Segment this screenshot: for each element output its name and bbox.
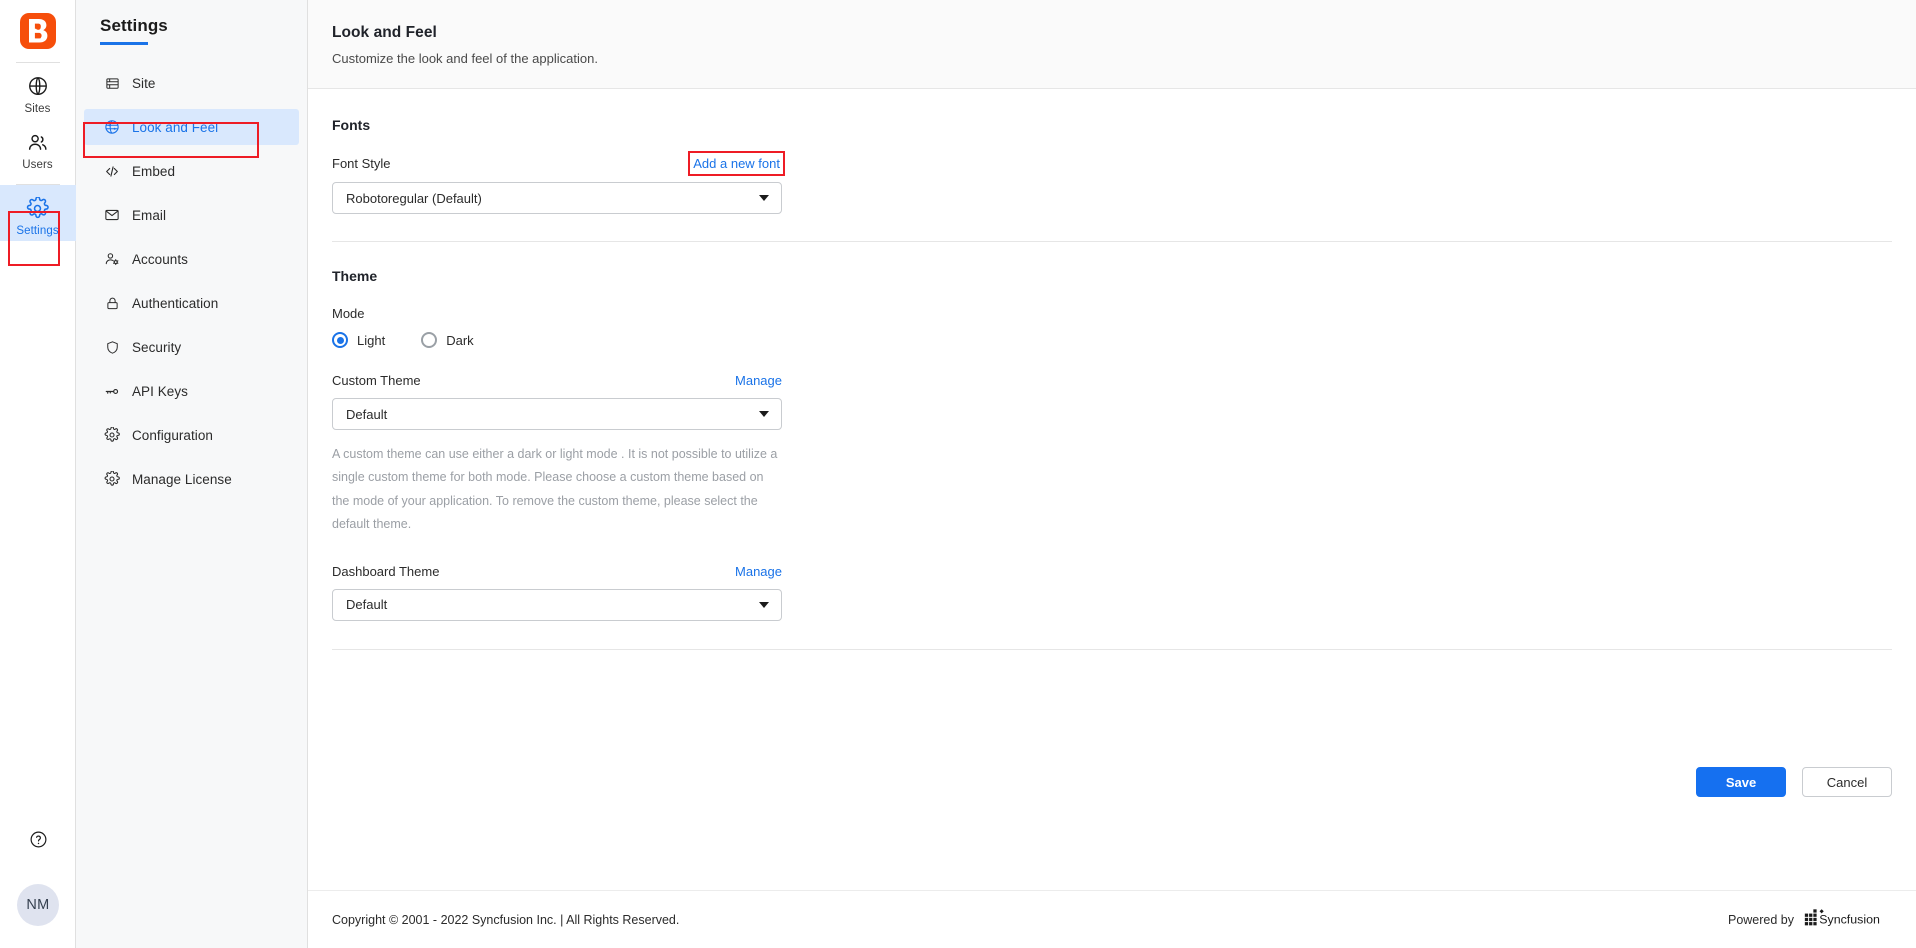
custom-theme-row: Custom Theme Manage [332, 373, 782, 388]
save-button[interactable]: Save [1696, 767, 1786, 797]
sidebar-title: Settings [76, 0, 307, 36]
sidebar-item-label: API Keys [132, 384, 188, 399]
shield-icon [104, 339, 120, 355]
mode-label: Mode [332, 306, 1892, 321]
gear-icon [104, 427, 120, 443]
key-icon [104, 383, 120, 399]
custom-theme-select[interactable]: Default [332, 398, 782, 430]
lock-icon [104, 295, 120, 311]
site-icon [104, 75, 120, 91]
sidebar-item-label: Manage License [132, 472, 232, 487]
sidebar-item-configuration[interactable]: Configuration [84, 417, 299, 453]
custom-theme-value: Default [346, 407, 387, 422]
sidebar-item-accounts[interactable]: Accounts [84, 241, 299, 277]
sidebar-item-label: Email [132, 208, 166, 223]
mode-radio-dark[interactable]: Dark [421, 332, 473, 348]
cancel-button[interactable]: Cancel [1802, 767, 1892, 797]
globe-icon [27, 73, 49, 99]
page-subtitle: Customize the look and feel of the appli… [332, 51, 1916, 66]
chevron-down-icon [759, 602, 769, 608]
powered-by-group: Powered by [1728, 909, 1892, 931]
mode-radio-group: Light Dark [332, 332, 1892, 348]
users-icon [26, 129, 49, 155]
sidebar-item-look-and-feel[interactable]: Look and Feel [84, 109, 299, 145]
fonts-section-title: Fonts [332, 117, 1892, 133]
code-icon [104, 163, 120, 179]
custom-theme-label: Custom Theme [332, 373, 421, 388]
svg-text:Syncfusion: Syncfusion [1819, 912, 1880, 926]
settings-sidebar: Settings Site [76, 0, 308, 948]
app-window: Sites Users Settings [0, 0, 1916, 948]
sidebar-item-embed[interactable]: Embed [84, 153, 299, 189]
font-style-value: Robotoregular (Default) [346, 191, 482, 206]
sidebar-nav-list: Site Look and Feel [76, 65, 307, 497]
dashboard-theme-label: Dashboard Theme [332, 564, 439, 579]
mode-radio-label: Dark [446, 333, 473, 348]
gear-license-icon [104, 471, 120, 487]
powered-by-label: Powered by [1728, 913, 1794, 927]
dashboard-theme-manage-link[interactable]: Manage [735, 564, 782, 579]
rail-item-label: Sites [24, 103, 50, 115]
sidebar-item-email[interactable]: Email [84, 197, 299, 233]
page-header: Look and Feel Customize the look and fee… [308, 0, 1916, 89]
sidebar-item-authentication[interactable]: Authentication [84, 285, 299, 321]
sidebar-item-security[interactable]: Security [84, 329, 299, 365]
sidebar-item-label: Configuration [132, 428, 213, 443]
add-a-new-font-link[interactable]: Add a new font [691, 155, 782, 172]
sidebar-item-label: Site [132, 76, 155, 91]
sidebar-item-label: Look and Feel [132, 120, 218, 135]
custom-theme-helper-text: A custom theme can use either a dark or … [332, 443, 784, 537]
dashboard-theme-value: Default [346, 597, 387, 612]
rail-bottom-group: NM [0, 830, 76, 948]
copyright-text: Copyright © 2001 - 2022 Syncfusion Inc. … [332, 913, 679, 927]
rail-item-label: Settings [16, 225, 58, 237]
sidebar-title-underline [100, 42, 148, 45]
font-style-select[interactable]: Robotoregular (Default) [332, 182, 782, 214]
gear-icon [26, 195, 49, 221]
sidebar-item-site[interactable]: Site [84, 65, 299, 101]
dashboard-theme-row: Dashboard Theme Manage [332, 564, 782, 579]
chevron-down-icon [759, 195, 769, 201]
sidebar-item-label: Accounts [132, 252, 188, 267]
mode-radio-label: Light [357, 333, 385, 348]
theme-section-title: Theme [332, 268, 1892, 284]
sidebar-item-label: Security [132, 340, 181, 355]
sidebar-item-label: Authentication [132, 296, 218, 311]
help-circle-icon[interactable] [29, 830, 48, 854]
envelope-icon [104, 207, 120, 223]
font-style-row: Font Style Add a new font [332, 155, 782, 172]
custom-theme-manage-link[interactable]: Manage [735, 373, 782, 388]
font-style-label: Font Style [332, 156, 391, 171]
sidebar-item-api-keys[interactable]: API Keys [84, 373, 299, 409]
rail-item-settings[interactable]: Settings [0, 185, 76, 241]
fonts-theme-divider [332, 241, 1892, 242]
settings-content: Fonts Font Style Add a new font Robotore… [308, 89, 1916, 948]
mode-radio-light[interactable]: Light [332, 332, 385, 348]
main-panel: Look and Feel Customize the look and fee… [308, 0, 1916, 948]
radio-dot-icon [421, 332, 437, 348]
rail-item-users[interactable]: Users [0, 119, 76, 175]
radio-dot-icon [332, 332, 348, 348]
rail-item-sites[interactable]: Sites [0, 63, 76, 119]
palette-globe-icon [104, 119, 120, 135]
syncfusion-logo-icon: Syncfusion [1804, 909, 1892, 931]
sidebar-item-manage-license[interactable]: Manage License [84, 461, 299, 497]
page-title: Look and Feel [332, 24, 1916, 42]
person-settings-icon [104, 251, 120, 267]
actions-divider [332, 649, 1892, 650]
rail-item-label: Users [22, 159, 53, 171]
form-actions: Save Cancel [1696, 767, 1892, 797]
sidebar-item-label: Embed [132, 164, 175, 179]
boldbi-logo-icon[interactable] [16, 9, 60, 53]
dashboard-theme-select[interactable]: Default [332, 589, 782, 621]
page-footer: Copyright © 2001 - 2022 Syncfusion Inc. … [308, 890, 1916, 948]
primary-icon-rail: Sites Users Settings [0, 0, 76, 948]
chevron-down-icon [759, 411, 769, 417]
avatar[interactable]: NM [17, 884, 59, 926]
